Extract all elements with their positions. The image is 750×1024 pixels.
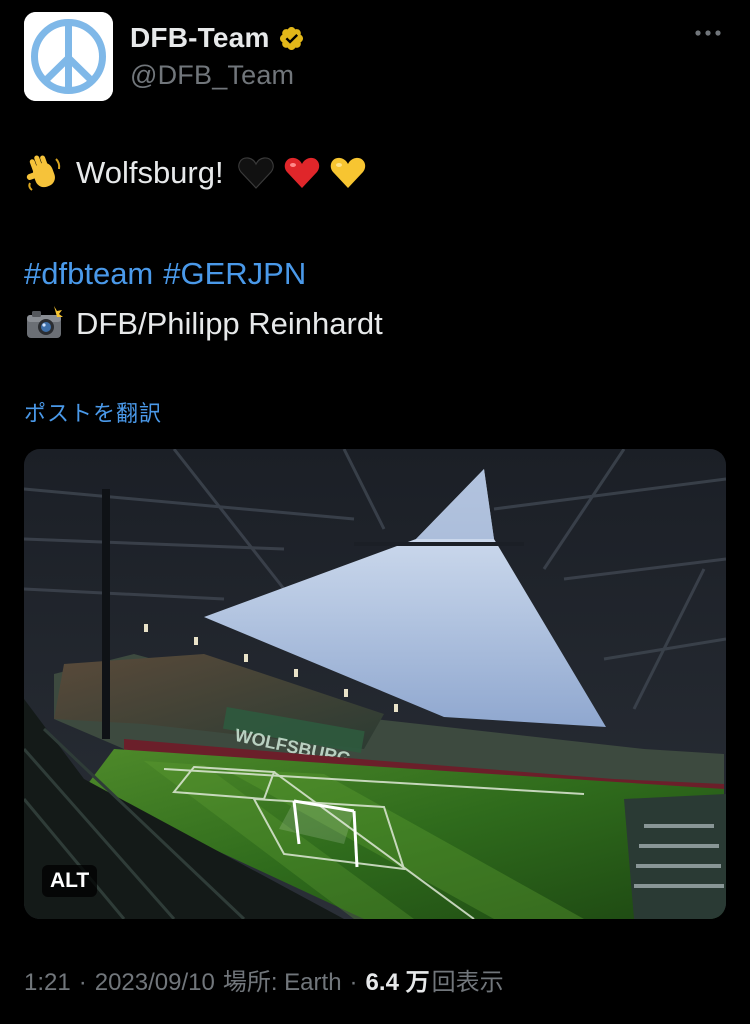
hashtag-link[interactable]: #dfbteam: [24, 249, 153, 299]
views-count[interactable]: 6.4 万: [366, 962, 430, 997]
tweet-text: Wolfsburg! #dfbteam #GERJPN DFB/Philipp …: [24, 148, 726, 349]
camera-flash-emoji: [24, 304, 64, 344]
author-handle[interactable]: @DFB_Team: [130, 60, 305, 91]
greeting-text: Wolfsburg!: [76, 155, 224, 190]
tweet-line-greeting: Wolfsburg!: [24, 148, 726, 198]
display-name[interactable]: DFB-Team: [130, 22, 270, 54]
ellipsis-icon: [695, 30, 721, 36]
avatar[interactable]: [24, 12, 113, 101]
tweet-date[interactable]: 2023/09/10: [95, 969, 215, 997]
views-label: 回表示: [431, 969, 504, 996]
tweet-meta: 1:21 · 2023/09/10 場所: Earth · 6.4 万 回表示: [24, 962, 504, 997]
tweet-header: DFB-Team @DFB_Team: [24, 12, 726, 102]
verified-badge-icon: [278, 25, 305, 52]
tweet-media[interactable]: WOLFSBURG ALT: [24, 449, 726, 919]
tweet-line-credit: DFB/Philipp Reinhardt: [24, 299, 726, 349]
black-heart-emoji: [236, 153, 276, 193]
separator: ·: [349, 969, 358, 996]
yellow-heart-emoji: [328, 153, 368, 193]
heart-emojis: [236, 153, 368, 193]
red-heart-emoji: [282, 153, 322, 193]
waving-hand-emoji: [24, 153, 64, 193]
tweet-time[interactable]: 1:21: [24, 969, 71, 997]
photo-credit-text: DFB/Philipp Reinhardt: [76, 306, 383, 341]
peace-sign-icon: [24, 12, 113, 101]
alt-text-badge[interactable]: ALT: [42, 865, 98, 897]
display-name-row: DFB-Team: [130, 20, 305, 56]
more-options-button[interactable]: [694, 28, 722, 38]
stadium-photo: WOLFSBURG: [24, 449, 726, 919]
tweet-line-hashtags: #dfbteam #GERJPN: [24, 249, 726, 299]
hashtag-link[interactable]: #GERJPN: [163, 249, 306, 299]
translate-post-link[interactable]: ポストを翻訳: [24, 396, 162, 428]
author-names: DFB-Team @DFB_Team: [130, 20, 305, 91]
tweet-location: 場所: Earth: [222, 969, 342, 996]
separator: ·: [78, 969, 87, 996]
